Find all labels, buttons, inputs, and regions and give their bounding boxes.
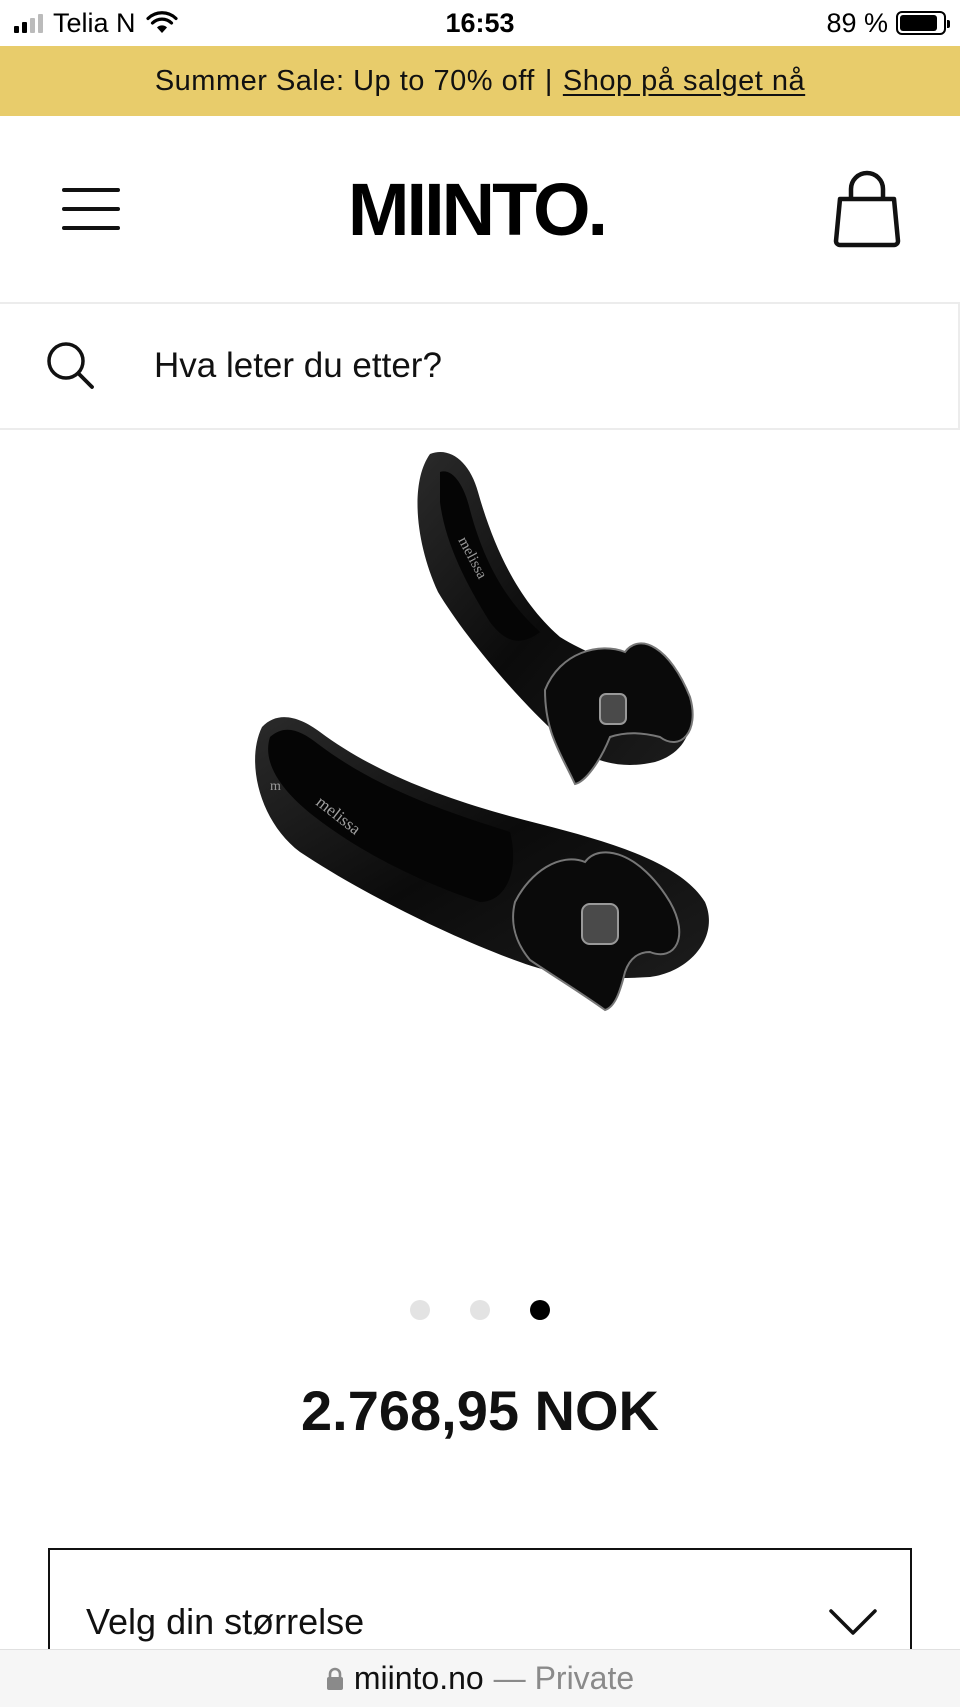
promo-separator: | bbox=[544, 64, 553, 97]
hamburger-menu-icon[interactable] bbox=[62, 179, 124, 239]
chevron-down-icon bbox=[829, 1609, 877, 1635]
svg-text:m: m bbox=[270, 779, 281, 794]
site-logo[interactable]: MIINTO. bbox=[348, 167, 608, 252]
promo-link[interactable]: Shop på salget nå bbox=[563, 65, 805, 98]
promo-text: Summer Sale: Up to 70% off bbox=[154, 64, 535, 97]
browser-private-label: — Private bbox=[493, 1660, 635, 1696]
promo-banner: Summer Sale: Up to 70% off | Shop på sal… bbox=[0, 46, 960, 116]
status-right: 89 % bbox=[826, 7, 950, 39]
browser-url: miinto.no bbox=[353, 1660, 484, 1696]
status-left: Telia N bbox=[14, 8, 178, 39]
status-bar: Telia N 16:53 89 % bbox=[0, 0, 960, 46]
wifi-icon bbox=[145, 11, 178, 33]
search-bar bbox=[0, 302, 960, 430]
shoe-upper: melissa bbox=[417, 451, 694, 786]
site-header: MIINTO. bbox=[0, 116, 960, 302]
carousel-dot[interactable] bbox=[530, 1300, 550, 1320]
carousel-dot[interactable] bbox=[470, 1300, 490, 1320]
battery-fill bbox=[900, 15, 938, 31]
lock-icon bbox=[326, 1667, 343, 1690]
battery-percent: 89 % bbox=[826, 7, 888, 38]
battery-icon bbox=[896, 11, 950, 35]
search-icon[interactable] bbox=[46, 341, 96, 391]
carousel-dot[interactable] bbox=[410, 1300, 430, 1320]
browser-address-bar[interactable]: miinto.no — Private bbox=[0, 1649, 960, 1707]
product-price: 2.768,95 NOK bbox=[301, 1379, 659, 1442]
carousel-dots bbox=[0, 1300, 960, 1320]
carrier-label: Telia N bbox=[53, 7, 136, 38]
signal-icon bbox=[14, 13, 43, 33]
search-input[interactable] bbox=[154, 346, 854, 386]
product-image[interactable]: melissa melissa m bbox=[0, 432, 960, 1132]
shopping-bag-icon[interactable] bbox=[829, 169, 905, 249]
size-select-label: Velg din størrelse bbox=[86, 1601, 365, 1642]
